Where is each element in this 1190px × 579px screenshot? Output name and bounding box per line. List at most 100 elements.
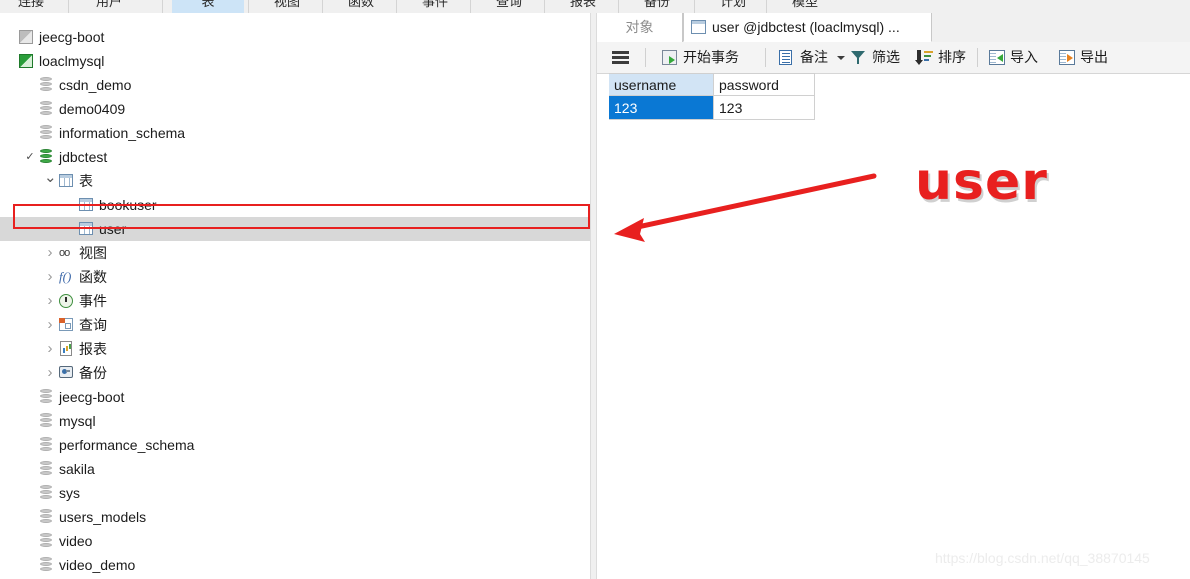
ribbon-separator bbox=[694, 0, 695, 13]
grid-cell[interactable]: 123 bbox=[609, 96, 714, 120]
tree-item-demo0409[interactable]: demo0409 bbox=[0, 97, 590, 121]
database-icon bbox=[38, 409, 55, 433]
tree-item-视图[interactable]: oo 视图 bbox=[0, 241, 590, 265]
ribbon-tab-3[interactable]: 视图 bbox=[256, 0, 318, 13]
ribbon-tab-5[interactable]: 事件 bbox=[404, 0, 466, 13]
tree-item-label: 事件 bbox=[79, 293, 107, 309]
tree-item-video_demo[interactable]: video_demo bbox=[0, 553, 590, 577]
ribbon-tab-bar[interactable]: 连接 用户 表视图 函数 事件 查询 报表 备份 计划 模型 bbox=[0, 0, 1190, 14]
tree-item-jeecg-boot[interactable]: jeecg-boot bbox=[0, 25, 590, 49]
toolbar-button-label: 导出 bbox=[1080, 49, 1108, 65]
column-header-username[interactable]: username bbox=[609, 73, 714, 96]
tree-item-label: sakila bbox=[59, 461, 95, 477]
database-icon bbox=[38, 529, 55, 553]
tree-item-label: bookuser bbox=[99, 197, 157, 213]
editor-tab-1[interactable]: user @jdbctest (loaclmysql) ... bbox=[683, 13, 932, 42]
tree-item-label: performance_schema bbox=[59, 437, 195, 453]
export-icon bbox=[1059, 42, 1076, 73]
tree-item-label: jdbctest bbox=[59, 149, 108, 165]
tree-item-label: jeecg-boot bbox=[39, 29, 105, 45]
tree-item-jeecg-boot[interactable]: jeecg-boot bbox=[0, 385, 590, 409]
tree-item-label: 查询 bbox=[79, 317, 107, 333]
toolbar-button-label: 备注 bbox=[800, 49, 828, 65]
tree-item-performance_schema[interactable]: performance_schema bbox=[0, 433, 590, 457]
tree-item-label: loaclmysql bbox=[39, 53, 105, 69]
ribbon-tab-1[interactable]: 用户 bbox=[78, 0, 140, 13]
data-toolbar[interactable]: 开始事务 备注 筛选 排序 导入 导出 bbox=[597, 42, 1190, 74]
editor-tab-label: 对象 bbox=[625, 19, 654, 35]
toolbar-button-导出[interactable]: 导出 bbox=[1059, 42, 1150, 73]
editor-tab-0[interactable]: 对象 bbox=[597, 13, 683, 42]
tree-item-label: users_models bbox=[59, 509, 147, 525]
tree-item-sakila[interactable]: sakila bbox=[0, 457, 590, 481]
tree-item-mysql[interactable]: mysql bbox=[0, 409, 590, 433]
tree-item-csdn_demo[interactable]: csdn_demo bbox=[0, 73, 590, 97]
ribbon-separator bbox=[766, 0, 767, 13]
database-icon bbox=[38, 121, 55, 145]
query-icon bbox=[58, 313, 75, 337]
toolbar-button-label: 排序 bbox=[938, 49, 966, 65]
tree-item-label: 视图 bbox=[79, 245, 107, 261]
panel-splitter[interactable] bbox=[590, 13, 597, 579]
tree-twisty-icon[interactable] bbox=[24, 145, 36, 169]
database-tree-panel[interactable]: jeecg-boot loaclmysql csdn_demo demo0409 inf… bbox=[0, 13, 590, 579]
tree-item-users_models[interactable]: users_models bbox=[0, 505, 590, 529]
tree-twisty-icon[interactable] bbox=[44, 313, 56, 337]
tree-item-bookuser[interactable]: bookuser bbox=[0, 193, 590, 217]
ribbon-tab-6[interactable]: 查询 bbox=[478, 0, 540, 13]
ribbon-separator bbox=[618, 0, 619, 13]
tree-twisty-icon[interactable] bbox=[44, 289, 56, 313]
ribbon-tab-7[interactable]: 报表 bbox=[552, 0, 614, 13]
column-header-password[interactable]: password bbox=[714, 73, 815, 96]
database-icon bbox=[38, 457, 55, 481]
tree-item-label: jeecg-boot bbox=[59, 389, 125, 405]
watermark-text: https://blog.csdn.net/qq_38870145 bbox=[935, 550, 1150, 566]
ribbon-tab-10[interactable]: 模型 bbox=[774, 0, 836, 13]
tree-item-label: csdn_demo bbox=[59, 77, 132, 93]
toolbar-separator bbox=[645, 48, 646, 67]
tree-item-user[interactable]: user bbox=[0, 217, 590, 241]
tree-item-loaclmysql[interactable]: loaclmysql bbox=[0, 49, 590, 73]
hamburger-icon[interactable] bbox=[612, 51, 629, 64]
tree-twisty-icon[interactable] bbox=[44, 241, 56, 265]
ribbon-tab-2[interactable]: 表 bbox=[172, 0, 244, 13]
tree-item-表[interactable]: 表 bbox=[0, 169, 590, 193]
tree-twisty-icon[interactable] bbox=[44, 337, 56, 361]
table-folder-icon bbox=[58, 169, 75, 193]
tree-item-报表[interactable]: 报表 bbox=[0, 337, 590, 361]
tree-item-label: user bbox=[99, 221, 127, 237]
editor-tab-label: user @jdbctest (loaclmysql) ... bbox=[712, 19, 900, 35]
tree-item-sys[interactable]: sys bbox=[0, 481, 590, 505]
grid-cell[interactable]: 123 bbox=[714, 96, 815, 120]
ribbon-tab-8[interactable]: 备份 bbox=[626, 0, 688, 13]
filter-icon bbox=[851, 42, 868, 73]
tree-item-函数[interactable]: f() 函数 bbox=[0, 265, 590, 289]
ribbon-separator bbox=[396, 0, 397, 13]
ribbon-tab-4[interactable]: 函数 bbox=[330, 0, 392, 13]
database-icon bbox=[38, 433, 55, 457]
ribbon-tab-0[interactable]: 连接 bbox=[0, 0, 62, 13]
tree-item-备份[interactable]: 备份 bbox=[0, 361, 590, 385]
ribbon-separator bbox=[544, 0, 545, 13]
tree-item-video[interactable]: video bbox=[0, 529, 590, 553]
tree-twisty-icon[interactable] bbox=[44, 265, 56, 289]
database-icon bbox=[38, 73, 55, 97]
table-icon bbox=[78, 217, 95, 241]
tree-item-查询[interactable]: 查询 bbox=[0, 313, 590, 337]
database-icon bbox=[38, 553, 55, 577]
report-icon bbox=[58, 337, 75, 361]
connection-icon bbox=[18, 25, 35, 49]
tree-item-jdbctest[interactable]: jdbctest bbox=[0, 145, 590, 169]
editor-tab-strip[interactable]: 对象 user @jdbctest (loaclmysql) ... bbox=[597, 13, 1190, 43]
ribbon-tab-9[interactable]: 计划 bbox=[702, 0, 764, 13]
database-icon bbox=[38, 481, 55, 505]
chevron-down-icon[interactable] bbox=[837, 56, 845, 60]
ribbon-separator bbox=[322, 0, 323, 13]
tree-twisty-icon[interactable] bbox=[44, 169, 56, 193]
sort-icon bbox=[914, 42, 934, 73]
tree-item-information_schema[interactable]: information_schema bbox=[0, 121, 590, 145]
tree-twisty-icon[interactable] bbox=[44, 361, 56, 385]
tree-item-事件[interactable]: 事件 bbox=[0, 289, 590, 313]
toolbar-button-开始事务[interactable]: 开始事务 bbox=[662, 42, 779, 73]
table-icon bbox=[691, 20, 706, 34]
